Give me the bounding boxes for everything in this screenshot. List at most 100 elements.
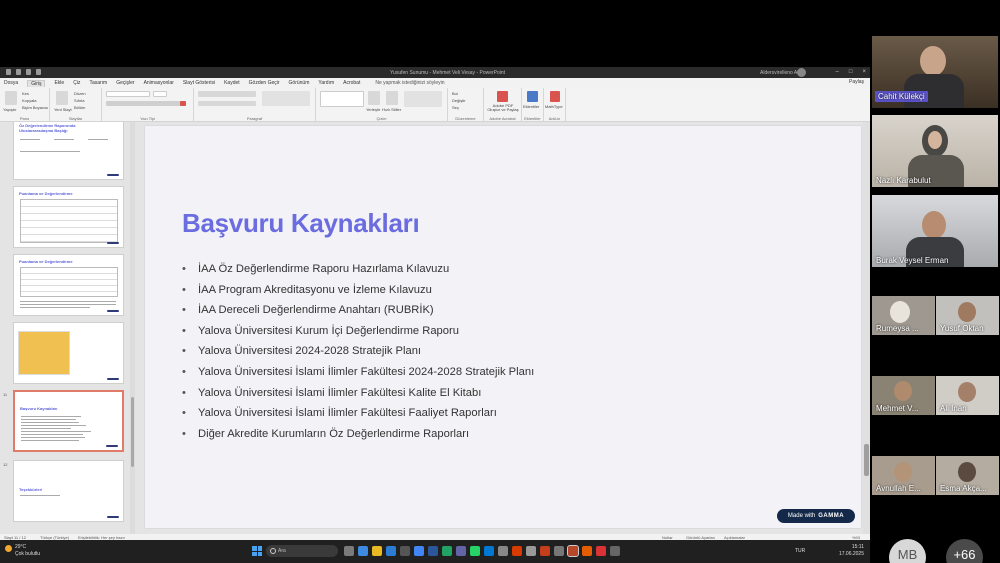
made-with-gamma-badge[interactable]: Made with GAMMA bbox=[777, 509, 855, 523]
participant-tile[interactable]: Avnullah E... bbox=[872, 456, 935, 495]
select-button[interactable]: Seç bbox=[452, 105, 459, 110]
participant-tile[interactable]: Cahit Külekçi bbox=[872, 36, 998, 108]
copy-button[interactable]: Kopyala bbox=[22, 98, 36, 103]
undo-icon[interactable] bbox=[16, 69, 21, 75]
more-participants-button[interactable]: +66 bbox=[946, 539, 983, 563]
slide-thumbnail-selected[interactable]: Başvuru Kaynakları bbox=[13, 390, 124, 452]
layout-button[interactable]: Düzen bbox=[74, 91, 86, 96]
reset-button[interactable]: Sıfırla bbox=[74, 98, 84, 103]
tab-home[interactable]: Giriş bbox=[27, 79, 46, 87]
word-icon[interactable] bbox=[428, 546, 438, 556]
app-icon[interactable] bbox=[596, 546, 606, 556]
font-size-dropdown[interactable] bbox=[153, 91, 167, 97]
firefox-icon[interactable] bbox=[582, 546, 592, 556]
whatsapp-icon[interactable] bbox=[470, 546, 480, 556]
app-icon[interactable] bbox=[358, 546, 368, 556]
redo-icon[interactable] bbox=[26, 69, 31, 75]
participant-initials-avatar[interactable]: MB bbox=[889, 539, 926, 563]
shape-format-buttons[interactable] bbox=[404, 91, 442, 107]
participant-tile[interactable]: Burak Veysel Erman bbox=[872, 195, 998, 267]
slide-thumbnail[interactable] bbox=[13, 322, 124, 384]
paste-label: Yapıştır bbox=[3, 107, 17, 112]
minimize-icon[interactable]: – bbox=[836, 69, 839, 75]
app-icon[interactable] bbox=[526, 546, 536, 556]
tab-insert[interactable]: Ekle bbox=[54, 80, 64, 86]
arrange-label: Yerleştir bbox=[366, 107, 381, 112]
tab-help[interactable]: Yardım bbox=[318, 80, 334, 86]
participant-tile[interactable]: Yusuf Oktan bbox=[936, 296, 999, 335]
app-icon[interactable] bbox=[512, 546, 522, 556]
system-clock[interactable]: 15:11 17.06.2025 bbox=[839, 544, 864, 558]
task-view-icon[interactable] bbox=[344, 546, 354, 556]
shapes-gallery[interactable] bbox=[320, 91, 364, 107]
participant-tile[interactable]: Nazlı Karabulut bbox=[872, 115, 998, 187]
app-icon[interactable] bbox=[540, 546, 550, 556]
participant-tile[interactable]: Mehmet V... bbox=[872, 376, 935, 415]
app-icon[interactable] bbox=[554, 546, 564, 556]
quick-styles-icon[interactable] bbox=[386, 91, 398, 105]
cut-button[interactable]: Kes bbox=[22, 91, 29, 96]
tab-review[interactable]: Gözden Geçir bbox=[249, 80, 280, 86]
alignment-buttons[interactable] bbox=[198, 101, 256, 106]
font-color-icon[interactable] bbox=[180, 101, 186, 106]
edge-icon[interactable] bbox=[386, 546, 396, 556]
text-direction-buttons[interactable] bbox=[262, 91, 310, 106]
powerpoint-icon[interactable] bbox=[567, 545, 579, 557]
store-icon[interactable] bbox=[400, 546, 410, 556]
mathtype-icon[interactable] bbox=[550, 91, 560, 102]
current-slide[interactable]: Başvuru Kaynakları İAA Öz Değerlendirme … bbox=[145, 126, 861, 528]
participant-tile[interactable]: Ali İnan bbox=[936, 376, 999, 415]
tab-animations[interactable]: Animasyonlar bbox=[144, 80, 174, 86]
mathtype-button[interactable]: MathType bbox=[545, 104, 563, 109]
tab-transitions[interactable]: Geçişler bbox=[116, 80, 134, 86]
tab-file[interactable]: Dosya bbox=[4, 80, 18, 86]
bullet-item: Yalova Üniversitesi Kurum İçi Değerlendi… bbox=[182, 325, 534, 346]
slide-thumbnail[interactable]: Puanlama ve Değerlendirme bbox=[13, 186, 124, 248]
tab-draw[interactable]: Çiz bbox=[73, 80, 80, 86]
outlook-icon[interactable] bbox=[484, 546, 494, 556]
app-icon[interactable] bbox=[610, 546, 620, 556]
maximize-icon[interactable]: □ bbox=[849, 69, 853, 75]
font-format-buttons[interactable] bbox=[106, 101, 186, 106]
close-icon[interactable]: × bbox=[862, 69, 866, 75]
tab-view[interactable]: Görünüm bbox=[289, 80, 310, 86]
list-buttons[interactable] bbox=[198, 91, 256, 97]
find-button[interactable]: Bul bbox=[452, 91, 458, 96]
adobe-pdf-icon[interactable] bbox=[497, 91, 508, 102]
slide-scrollbar[interactable] bbox=[863, 122, 870, 534]
tab-record[interactable]: Kaydet bbox=[224, 80, 240, 86]
app-icon[interactable] bbox=[498, 546, 508, 556]
new-slide-icon[interactable] bbox=[56, 91, 68, 105]
taskbar-search[interactable]: Ara bbox=[266, 545, 338, 557]
file-explorer-icon[interactable] bbox=[372, 546, 382, 556]
format-painter-button[interactable]: Biçim Boyacısı bbox=[22, 105, 48, 110]
excel-icon[interactable] bbox=[442, 546, 452, 556]
teams-icon[interactable] bbox=[456, 546, 466, 556]
section-button[interactable]: Bölüm bbox=[74, 105, 85, 110]
tell-me-search[interactable]: Ne yapmak istediğinizi söyleyin bbox=[375, 80, 444, 86]
slide-thumbnail[interactable]: Öz Değerlendirme Raporunda Uluslararasıl… bbox=[13, 122, 124, 180]
slide-thumbnail[interactable]: Puanlama ve Değerlendirme bbox=[13, 254, 124, 316]
tab-design[interactable]: Tasarım bbox=[89, 80, 107, 86]
participant-tile[interactable]: Esma Akça... bbox=[936, 456, 999, 495]
arrange-icon[interactable] bbox=[368, 91, 380, 105]
addins-icon[interactable] bbox=[527, 91, 538, 102]
input-language[interactable]: TUR bbox=[795, 548, 805, 554]
tab-acrobat[interactable]: Acrobat bbox=[343, 80, 360, 86]
font-name-dropdown[interactable] bbox=[106, 91, 150, 97]
participant-tile[interactable]: Rumeysa ... bbox=[872, 296, 935, 335]
slide-title[interactable]: Başvuru Kaynakları bbox=[182, 208, 420, 239]
user-avatar[interactable] bbox=[797, 68, 806, 77]
share-button[interactable]: Paylaş bbox=[849, 79, 864, 85]
tab-slideshow[interactable]: Slayt Gösterisi bbox=[183, 80, 215, 86]
paste-icon[interactable] bbox=[5, 91, 17, 105]
chrome-icon[interactable] bbox=[414, 546, 424, 556]
slide-bullet-list[interactable]: İAA Öz Değerlendirme Raporu Hazırlama Kı… bbox=[182, 263, 534, 448]
replace-button[interactable]: Değiştir bbox=[452, 98, 466, 103]
windows-start-icon[interactable] bbox=[252, 546, 262, 556]
addins-button[interactable]: Eklentiler bbox=[523, 104, 539, 109]
save-icon[interactable] bbox=[6, 69, 11, 75]
slide-thumbnail[interactable]: Teşekkürler! bbox=[13, 460, 124, 522]
start-slideshow-icon[interactable] bbox=[36, 69, 41, 75]
create-pdf-button[interactable]: Adobe PDF Oluştur ve Paylaş bbox=[486, 104, 520, 112]
